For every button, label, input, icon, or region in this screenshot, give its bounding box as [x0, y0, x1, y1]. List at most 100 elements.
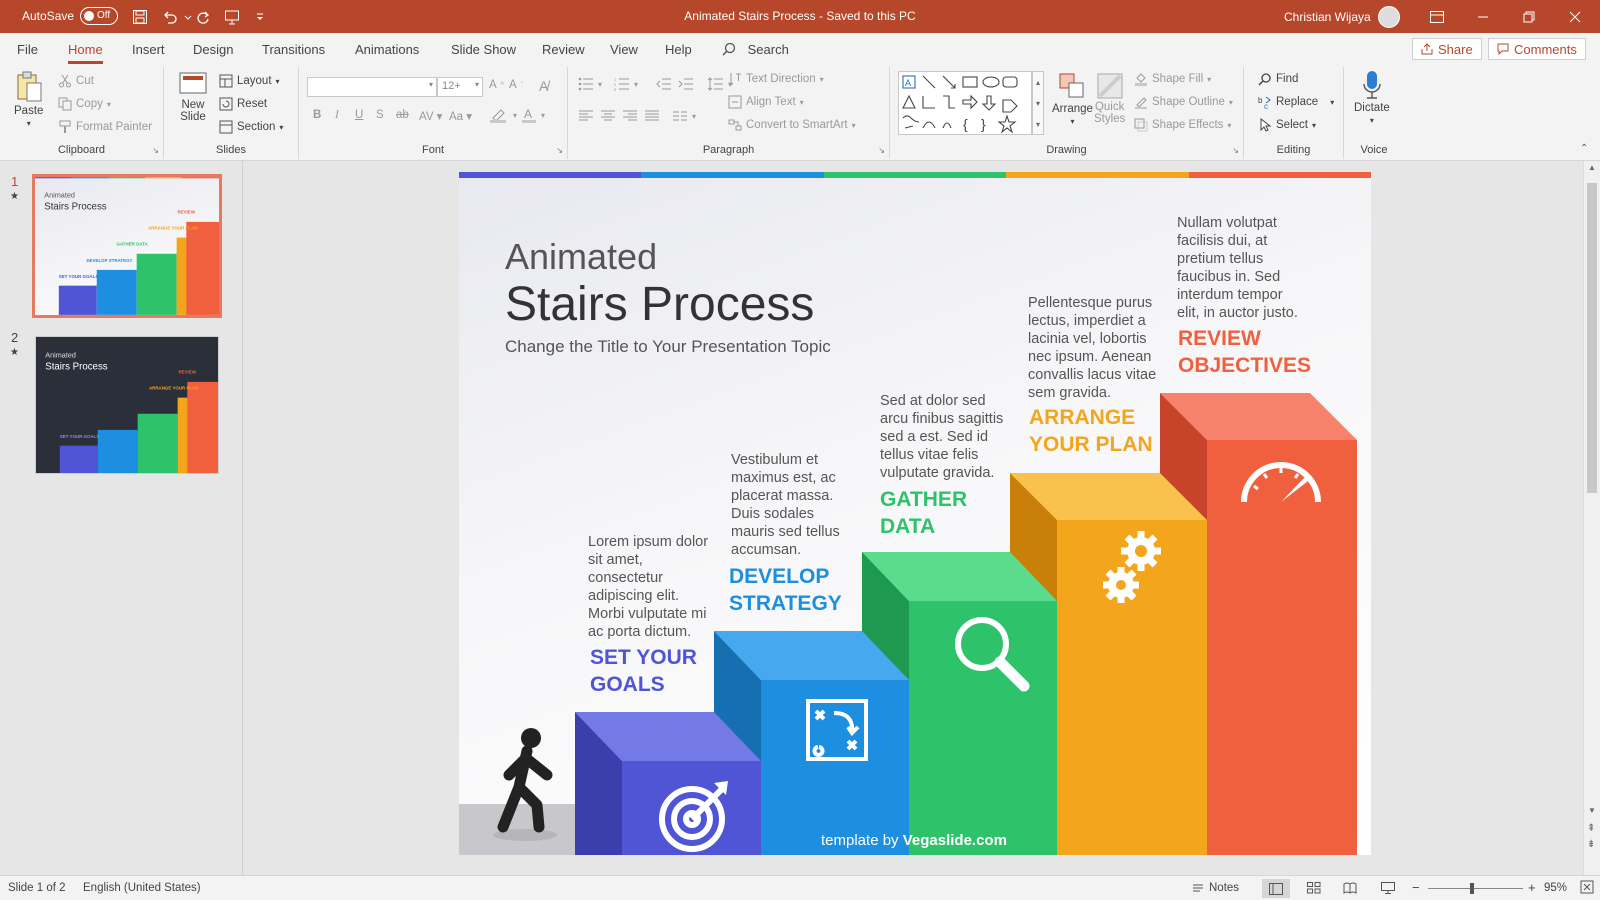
tab-view[interactable]: View: [610, 42, 638, 57]
notes-button[interactable]: Notes: [1192, 882, 1239, 894]
tab-insert[interactable]: Insert: [132, 42, 165, 57]
tab-review[interactable]: Review: [542, 42, 585, 57]
step-4-heading[interactable]: ARRANGE YOUR PLAN: [1029, 404, 1153, 458]
shape-effects-button[interactable]: Shape Effects ▾: [1134, 118, 1231, 132]
arrange-button[interactable]: Arrange ▾: [1052, 71, 1093, 126]
share-button[interactable]: Share: [1412, 38, 1482, 60]
section-button[interactable]: Section ▾: [219, 120, 283, 134]
new-slide-button[interactable]: New Slide: [178, 71, 208, 123]
step-1-heading[interactable]: SET YOUR GOALS: [590, 644, 697, 698]
tab-design[interactable]: Design: [193, 42, 233, 57]
shapes-gallery[interactable]: A {}: [898, 71, 1032, 135]
font-name-dropdown-icon[interactable]: ▾: [429, 80, 433, 89]
step-3-body[interactable]: Sed at dolor sed arcu finibus sagittis s…: [880, 392, 1003, 482]
change-case-icon[interactable]: Aa ▾: [449, 109, 472, 123]
cut-button[interactable]: Cut: [58, 74, 94, 88]
slideshow-view-icon[interactable]: [1381, 882, 1395, 897]
strikethrough-icon[interactable]: ab: [396, 109, 409, 121]
tab-slide-show[interactable]: Slide Show: [451, 42, 516, 57]
italic-icon[interactable]: I: [335, 109, 339, 121]
bullets-icon[interactable]: ▾: [578, 77, 602, 91]
step-2-body[interactable]: Vestibulum et maximus est, ac placerat m…: [731, 451, 840, 559]
justify-icon[interactable]: [644, 109, 660, 123]
font-launcher-icon[interactable]: ↘: [556, 146, 563, 155]
slide-thumbnail-1[interactable]: Animated Stairs Process SET YOUR GOALS D…: [32, 174, 222, 318]
reading-view-icon[interactable]: [1343, 882, 1357, 897]
avatar[interactable]: [1378, 6, 1400, 28]
fit-slide-icon[interactable]: [1580, 880, 1594, 897]
find-button[interactable]: Find: [1258, 72, 1298, 86]
tab-file[interactable]: File: [17, 42, 38, 57]
text-direction-button[interactable]: Text Direction ▾: [728, 72, 824, 86]
clipboard-launcher-icon[interactable]: ↘: [152, 146, 159, 155]
decrease-indent-icon[interactable]: [656, 77, 672, 91]
tab-animations[interactable]: Animations: [355, 42, 419, 57]
slide-title-line-2[interactable]: Stairs Process: [505, 277, 814, 332]
step-1-body[interactable]: Lorem ipsum dolor sit amet, consectetur …: [588, 533, 708, 641]
drawing-launcher-icon[interactable]: ↘: [1232, 146, 1239, 155]
tab-home[interactable]: Home: [68, 42, 103, 64]
reset-button[interactable]: Reset: [219, 97, 267, 111]
clear-formatting-icon[interactable]: A̸: [539, 78, 548, 94]
search-box[interactable]: Search: [722, 42, 789, 57]
copy-button[interactable]: Copy ▾: [58, 97, 111, 111]
shape-outline-button[interactable]: Shape Outline ▾: [1134, 95, 1233, 109]
format-painter-button[interactable]: Format Painter: [58, 120, 152, 134]
underline-icon[interactable]: U: [355, 109, 363, 121]
zoom-in-icon[interactable]: +: [1528, 880, 1536, 895]
ribbon-display-icon[interactable]: [1414, 0, 1460, 33]
slide-sorter-icon[interactable]: [1307, 882, 1321, 897]
font-color-icon[interactable]: A ▾: [521, 107, 545, 123]
slide-title-line-1[interactable]: Animated: [505, 236, 657, 278]
select-button[interactable]: Select ▾: [1258, 118, 1316, 132]
zoom-out-icon[interactable]: −: [1412, 880, 1420, 895]
layout-button[interactable]: Layout ▾: [219, 74, 280, 88]
align-text-button[interactable]: Align Text ▾: [728, 95, 804, 109]
increase-indent-icon[interactable]: [678, 77, 694, 91]
shadow-icon[interactable]: S: [376, 109, 384, 121]
align-right-icon[interactable]: [622, 109, 638, 123]
slide-thumbnail-2[interactable]: Animated Stairs Process SET YOUR GOALS A…: [35, 336, 219, 474]
step-2-heading[interactable]: DEVELOP STRATEGY: [729, 563, 842, 617]
shapes-gallery-scroll[interactable]: ▴ ▾ ▾: [1032, 71, 1044, 135]
increase-font-icon[interactable]: A ^: [489, 79, 504, 91]
step-4-body[interactable]: Pellentesque purus lectus, imperdiet a l…: [1028, 294, 1156, 402]
font-size-field[interactable]: 12+ ▾: [437, 77, 483, 97]
numbering-icon[interactable]: 1 2 3 ▾: [614, 77, 638, 91]
shape-fill-button[interactable]: Shape Fill ▾: [1134, 72, 1211, 86]
font-size-dropdown-icon[interactable]: ▾: [475, 80, 479, 89]
dictate-button[interactable]: Dictate ▾: [1354, 70, 1390, 125]
slide-count[interactable]: Slide 1 of 2: [8, 882, 66, 894]
close-icon[interactable]: [1552, 0, 1598, 33]
zoom-slider-thumb[interactable]: [1470, 883, 1474, 894]
slide-canvas[interactable]: Animated Stairs Process Change the Title…: [459, 172, 1371, 855]
character-spacing-icon[interactable]: AV ▾: [419, 109, 442, 123]
tab-transitions[interactable]: Transitions: [262, 42, 325, 57]
scrollbar-thumb[interactable]: [1587, 183, 1597, 493]
step-3-heading[interactable]: GATHER DATA: [880, 486, 967, 540]
font-name-field[interactable]: ▾: [307, 77, 437, 97]
bold-icon[interactable]: B: [313, 109, 321, 121]
align-left-icon[interactable]: [578, 109, 594, 123]
slide-subtitle[interactable]: Change the Title to Your Presentation To…: [505, 337, 831, 357]
scroll-up-icon[interactable]: ▲: [1588, 163, 1596, 172]
paragraph-launcher-icon[interactable]: ↘: [878, 146, 885, 155]
minimize-icon[interactable]: [1460, 0, 1506, 33]
vertical-scrollbar[interactable]: ▲ ▼ ⇞ ⇟: [1583, 161, 1600, 875]
normal-view-icon[interactable]: [1262, 879, 1290, 898]
step-5-heading[interactable]: REVIEW OBJECTIVES: [1178, 325, 1311, 379]
restore-icon[interactable]: [1506, 0, 1552, 33]
paste-button[interactable]: Paste ▾: [14, 71, 43, 128]
tab-help[interactable]: Help: [665, 42, 692, 57]
previous-slide-icon[interactable]: ⇞: [1587, 823, 1595, 834]
next-slide-icon[interactable]: ⇟: [1587, 839, 1595, 850]
comments-button[interactable]: Comments: [1488, 38, 1586, 60]
replace-dropdown-icon[interactable]: ▾: [1330, 98, 1334, 107]
zoom-slider[interactable]: [1428, 888, 1523, 889]
collapse-ribbon-icon[interactable]: ⌃: [1580, 143, 1588, 154]
user-name[interactable]: Christian Wijaya: [1284, 10, 1371, 24]
scroll-down-icon[interactable]: ▼: [1588, 806, 1596, 815]
replace-button[interactable]: bc Replace ▾: [1258, 95, 1334, 109]
decrease-font-icon[interactable]: Aˇ: [509, 79, 523, 91]
template-credit[interactable]: template by Vegaslide.com: [821, 832, 1007, 849]
